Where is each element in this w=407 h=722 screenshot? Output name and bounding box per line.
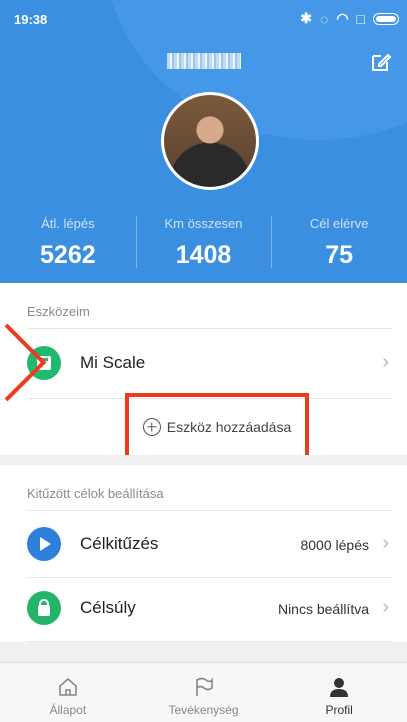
status-icons: ✱ ◌ ◠ □ <box>300 10 399 27</box>
divider <box>27 328 392 329</box>
nav-item-profile[interactable]: Profil <box>271 663 407 722</box>
goal-value: 8000 lépés <box>300 537 369 553</box>
section-gap <box>0 455 407 465</box>
weight-bag-icon <box>27 591 61 625</box>
status-bar: 19:38 ✱ ◌ ◠ □ <box>0 0 407 38</box>
nav-label: Tevékenység <box>168 703 239 717</box>
nav-item-activity[interactable]: Tevékenység <box>136 663 272 722</box>
plus-circle-icon <box>142 417 161 436</box>
nav-label: Profil <box>325 703 353 717</box>
goal-item-steps[interactable]: Célkitűzés 8000 lépés › <box>0 512 407 578</box>
home-icon <box>0 675 136 699</box>
chevron-right-icon: › <box>382 532 389 554</box>
bottom-nav: Állapot Tevékenység Profil <box>0 662 407 722</box>
section-gap <box>0 642 407 662</box>
nav-item-status[interactable]: Állapot <box>0 663 136 722</box>
stat-label: Átl. lépés <box>41 216 95 231</box>
device-item-mi-scale[interactable]: Mi Scale › <box>0 331 407 397</box>
goal-label: Célkitűzés <box>80 534 159 553</box>
wifi-icon: ◠ <box>336 10 349 26</box>
stat-avg-steps: Átl. lépés 5262 <box>0 210 136 280</box>
goals-section-title: Kitűzött célok beállítása <box>27 486 164 501</box>
stats-row: Átl. lépés 5262 Km összesen 1408 Cél elé… <box>0 210 407 280</box>
nav-label: Állapot <box>49 703 87 717</box>
goal-value: Nincs beállítva <box>277 601 369 617</box>
flag-outline-icon <box>136 675 272 699</box>
chevron-right-icon: › <box>382 351 389 373</box>
goal-item-weight[interactable]: Célsúly Nincs beállítva › <box>0 576 407 642</box>
sim-icon: □ <box>356 10 365 27</box>
profile-header: 19:38 ✱ ◌ ◠ □ Átl. lépés 5262 Km összese… <box>0 0 407 283</box>
stat-label: Cél elérve <box>309 216 369 231</box>
avatar[interactable] <box>161 92 259 190</box>
add-device-label: Eszköz hozzáadása <box>166 418 292 435</box>
device-label: Mi Scale <box>80 353 146 372</box>
person-icon <box>271 675 407 699</box>
edit-icon[interactable] <box>369 50 393 74</box>
flag-icon <box>27 527 61 561</box>
stat-value: 75 <box>325 241 354 269</box>
bluetooth-icon: ✱ <box>300 10 312 26</box>
stat-goal-reached: Cél elérve 75 <box>271 210 407 280</box>
chevron-right-icon: › <box>382 596 389 618</box>
divider <box>27 510 392 511</box>
devices-section-title: Eszközeim <box>27 304 90 319</box>
mute-icon: ◌ <box>319 10 329 27</box>
stat-value: 5262 <box>40 241 96 269</box>
goal-label: Célsúly <box>80 598 136 617</box>
stat-label: Km összesen <box>164 216 243 231</box>
status-time: 19:38 <box>14 12 48 27</box>
stat-total-km: Km összesen 1408 <box>135 210 272 280</box>
stat-value: 1408 <box>175 241 232 269</box>
add-device-button[interactable]: Eszköz hozzáadása <box>125 393 309 460</box>
username-blurred <box>167 53 241 69</box>
battery-icon <box>373 12 399 25</box>
